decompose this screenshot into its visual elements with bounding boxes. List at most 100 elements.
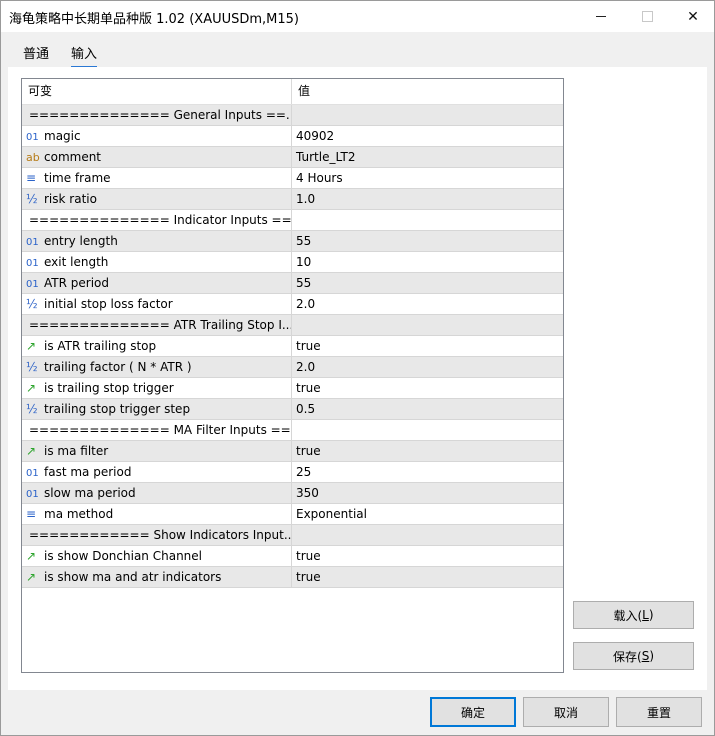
param-value-cell[interactable]: 55	[291, 273, 563, 293]
grid-param-row[interactable]: ½ initial stop loss factor 2.0	[22, 294, 563, 315]
separator-label: ============== ATR Trailing Stop I...	[29, 318, 291, 332]
column-header-variable[interactable]: 可变	[22, 79, 291, 104]
param-name-cell: ½ trailing factor ( N * ATR )	[22, 357, 291, 377]
param-name-cell: 01 fast ma period	[22, 462, 291, 482]
param-value-cell[interactable]: 40902	[291, 126, 563, 146]
tab-general[interactable]: 普通	[23, 43, 49, 66]
grid-separator-row[interactable]: ============ Show Indicators Input...	[22, 525, 563, 546]
grid-param-row[interactable]: 01 fast ma period 25	[22, 462, 563, 483]
grid-separator-row[interactable]: ============== Indicator Inputs ==...	[22, 210, 563, 231]
param-value-cell[interactable]: 10	[291, 252, 563, 272]
param-name-cell: 01 magic	[22, 126, 291, 146]
param-name-cell: ≡ time frame	[22, 168, 291, 188]
param-name-cell: ============== ATR Trailing Stop I...	[22, 315, 291, 335]
grid-separator-row[interactable]: ============== MA Filter Inputs ==...	[22, 420, 563, 441]
param-value-cell[interactable]: true	[291, 336, 563, 356]
param-value-cell[interactable]	[291, 525, 563, 545]
load-button-hotkey: L	[642, 608, 649, 622]
int-icon: 01	[26, 237, 39, 248]
load-button-label-end: )	[648, 608, 654, 622]
int-icon: 01	[26, 258, 39, 269]
load-button[interactable]: 载入(L)	[573, 601, 694, 629]
param-value-cell[interactable]	[291, 420, 563, 440]
param-value-cell[interactable]: Exponential	[291, 504, 563, 524]
minimize-button[interactable]	[578, 1, 624, 32]
enum-icon: ≡	[26, 171, 37, 185]
param-name-cell: ½ risk ratio	[22, 189, 291, 209]
double-icon: ½	[26, 297, 38, 311]
grid-separator-row[interactable]: ============== General Inputs ==...	[22, 105, 563, 126]
string-icon: ab	[26, 151, 40, 164]
param-value-cell[interactable]: 55	[291, 231, 563, 251]
ok-button[interactable]: 确定	[430, 697, 516, 727]
tab-inputs[interactable]: 输入	[71, 43, 98, 68]
param-name: fast ma period	[44, 465, 132, 479]
grid-param-row[interactable]: ½ trailing stop trigger step 0.5	[22, 399, 563, 420]
int-icon: 01	[26, 489, 39, 500]
double-icon: ½	[26, 402, 38, 416]
grid-param-row[interactable]: ab comment Turtle_LT2	[22, 147, 563, 168]
int-icon: 01	[26, 132, 39, 143]
int-icon: 01	[26, 279, 39, 290]
param-name: exit length	[44, 255, 109, 269]
param-value-cell[interactable]: 2.0	[291, 357, 563, 377]
maximize-button[interactable]	[624, 1, 670, 32]
double-icon: ½	[26, 360, 38, 374]
grid-param-row[interactable]: ½ risk ratio 1.0	[22, 189, 563, 210]
grid-param-row[interactable]: ≡ time frame 4 Hours	[22, 168, 563, 189]
grid-param-row[interactable]: ½ trailing factor ( N * ATR ) 2.0	[22, 357, 563, 378]
bool-icon: ↗	[26, 549, 37, 563]
grid-param-row[interactable]: ↗ is show Donchian Channel true	[22, 546, 563, 567]
grid-param-row[interactable]: ↗ is ATR trailing stop true	[22, 336, 563, 357]
param-name-cell: 01 entry length	[22, 231, 291, 251]
grid-param-row[interactable]: ↗ is trailing stop trigger true	[22, 378, 563, 399]
close-button[interactable]: ✕	[670, 1, 715, 32]
param-name-cell: 01 ATR period	[22, 273, 291, 293]
param-value-cell[interactable]: 0.5	[291, 399, 563, 419]
param-value-cell[interactable]: 350	[291, 483, 563, 503]
grid-param-row[interactable]: ↗ is show ma and atr indicators true	[22, 567, 563, 588]
cancel-button[interactable]: 取消	[523, 697, 609, 727]
grid-param-row[interactable]: 01 entry length 55	[22, 231, 563, 252]
param-value-cell[interactable]: true	[291, 567, 563, 587]
param-value-cell[interactable]	[291, 315, 563, 335]
param-name: time frame	[44, 171, 111, 185]
param-name: is ATR trailing stop	[44, 339, 157, 353]
param-name: ma method	[44, 507, 114, 521]
param-name-cell: ============== MA Filter Inputs ==...	[22, 420, 291, 440]
save-button-hotkey: S	[641, 649, 650, 663]
param-value-cell[interactable]	[291, 105, 563, 125]
param-value-cell[interactable]: true	[291, 378, 563, 398]
param-value-cell[interactable]: 25	[291, 462, 563, 482]
grid-param-row[interactable]: 01 slow ma period 350	[22, 483, 563, 504]
grid-param-row[interactable]: ≡ ma method Exponential	[22, 504, 563, 525]
separator-label: ============== Indicator Inputs ==...	[29, 213, 291, 227]
reset-button[interactable]: 重置	[616, 697, 702, 727]
param-name: magic	[44, 129, 81, 143]
param-name-cell: ↗ is ATR trailing stop	[22, 336, 291, 356]
param-value-cell[interactable]: 4 Hours	[291, 168, 563, 188]
param-value-cell[interactable]: true	[291, 441, 563, 461]
param-value-cell[interactable]	[291, 210, 563, 230]
param-name: trailing stop trigger step	[44, 402, 191, 416]
grid-separator-row[interactable]: ============== ATR Trailing Stop I...	[22, 315, 563, 336]
param-value-cell[interactable]: 2.0	[291, 294, 563, 314]
column-header-value[interactable]: 值	[291, 79, 563, 104]
param-name: initial stop loss factor	[44, 297, 173, 311]
load-button-label: 载入(	[613, 608, 643, 623]
param-name-cell: ≡ ma method	[22, 504, 291, 524]
grid-param-row[interactable]: 01 exit length 10	[22, 252, 563, 273]
param-name-cell: ↗ is ma filter	[22, 441, 291, 461]
param-value-cell[interactable]: Turtle_LT2	[291, 147, 563, 167]
grid-param-row[interactable]: 01 ATR period 55	[22, 273, 563, 294]
save-button[interactable]: 保存(S)	[573, 642, 694, 670]
bool-icon: ↗	[26, 381, 37, 395]
param-name-cell: ab comment	[22, 147, 291, 167]
title-bar: 海龟策略中长期单品种版 1.02 (XAUUSDm,M15) ✕	[1, 1, 714, 32]
grid-param-row[interactable]: 01 magic 40902	[22, 126, 563, 147]
grid-param-row[interactable]: ↗ is ma filter true	[22, 441, 563, 462]
param-value-cell[interactable]: 1.0	[291, 189, 563, 209]
param-name-cell: ½ initial stop loss factor	[22, 294, 291, 314]
param-name-cell: ============== Indicator Inputs ==...	[22, 210, 291, 230]
param-value-cell[interactable]: true	[291, 546, 563, 566]
